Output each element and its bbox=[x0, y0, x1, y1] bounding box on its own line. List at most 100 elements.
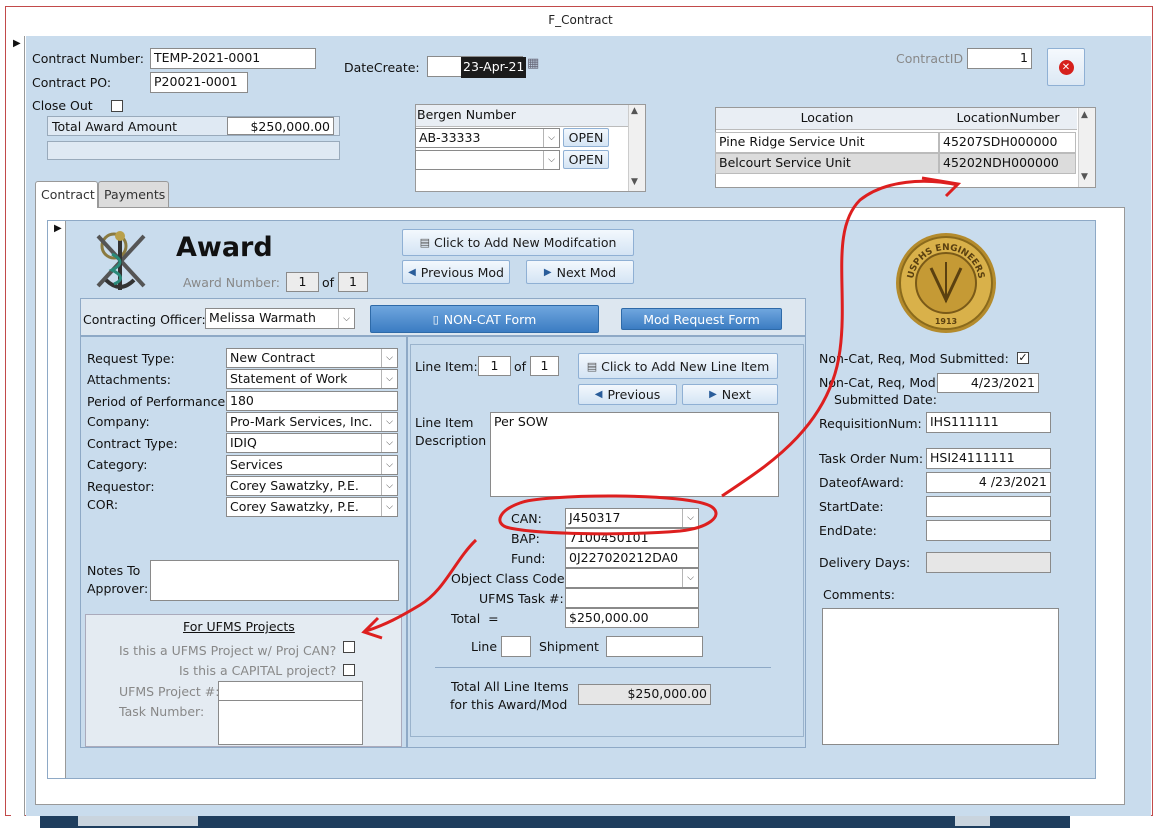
chevron-down-icon: ⌵ bbox=[381, 456, 397, 474]
contract-type-select[interactable]: IDIQ ⌵ bbox=[226, 433, 398, 453]
category-label: Category: bbox=[87, 457, 148, 472]
noncat-form-label: NON-CAT Form bbox=[443, 311, 537, 327]
can-label: CAN: bbox=[511, 511, 542, 526]
location-cell-2[interactable]: Belcourt Service Unit bbox=[715, 153, 939, 174]
contract-number-field[interactable]: TEMP-2021-0001 bbox=[150, 48, 316, 69]
request-type-select[interactable]: New Contract ⌵ bbox=[226, 348, 398, 368]
location-number-col-header: LocationNumber bbox=[956, 110, 1060, 125]
bergen-open-button-1[interactable]: OPEN bbox=[563, 128, 609, 147]
bergen-select-1[interactable]: AB-33333 ⌵ bbox=[415, 128, 560, 148]
notes-to-approver-field[interactable] bbox=[150, 560, 399, 601]
submitted-checkbox[interactable]: ✓ bbox=[1017, 352, 1029, 364]
line-field[interactable] bbox=[501, 636, 531, 657]
task-order-label: Task Order Num: bbox=[819, 451, 924, 466]
end-date-field[interactable] bbox=[926, 520, 1051, 541]
shipment-field[interactable] bbox=[606, 636, 703, 657]
total-award-field[interactable]: $250,000.00 bbox=[227, 117, 334, 135]
contract-po-label: Contract PO: bbox=[32, 75, 112, 90]
contract-id-field[interactable]: 1 bbox=[967, 48, 1032, 69]
ufms-project-number-field[interactable] bbox=[218, 681, 363, 701]
line-item-index-field[interactable]: 1 bbox=[478, 356, 511, 376]
fund-label: Fund: bbox=[511, 551, 546, 566]
ufms-project-question: Is this a UFMS Project w/ Proj CAN? bbox=[119, 643, 337, 658]
period-of-performance-label: Period of Performance bbox=[87, 394, 226, 409]
request-type-value: New Contract bbox=[230, 350, 316, 365]
date-create-label: DateCreate: bbox=[344, 60, 420, 75]
chevron-down-icon: ⌵ bbox=[682, 569, 698, 587]
contracting-officer-select[interactable]: Melissa Warmath ⌵ bbox=[205, 308, 355, 329]
requisition-field[interactable]: IHS111111 bbox=[926, 412, 1051, 433]
ufms-project-checkbox[interactable] bbox=[343, 641, 355, 653]
record-selector[interactable] bbox=[11, 36, 25, 816]
cor-select[interactable]: Corey Sawatzky, P.E. ⌵ bbox=[226, 497, 398, 517]
previous-line-item-button[interactable]: ◀ Previous bbox=[578, 384, 677, 405]
company-select[interactable]: Pro-Mark Services, Inc. ⌵ bbox=[226, 412, 398, 432]
date-of-award-field[interactable]: 4 /23/2021 bbox=[926, 472, 1051, 493]
add-modification-button[interactable]: ▤ Click to Add New Modifcation bbox=[402, 229, 634, 256]
close-out-checkbox[interactable] bbox=[111, 100, 123, 112]
award-title: Award bbox=[176, 232, 273, 263]
total-all-line-items-field[interactable]: $250,000.00 bbox=[578, 684, 711, 705]
requisition-label: RequisitionNum: bbox=[819, 416, 922, 431]
submitted-date-field[interactable]: 4/23/2021 bbox=[937, 373, 1039, 393]
noncat-form-button[interactable]: ▯ NON-CAT Form bbox=[370, 305, 599, 333]
delivery-days-field[interactable] bbox=[926, 552, 1051, 573]
next-line-item-button[interactable]: ▶ Next bbox=[682, 384, 778, 405]
shipment-label: Shipment bbox=[539, 639, 599, 654]
mod-request-form-button[interactable]: Mod Request Form bbox=[621, 308, 782, 330]
capital-project-checkbox[interactable] bbox=[343, 664, 355, 676]
arrow-right-icon: ▶ bbox=[709, 389, 717, 400]
previous-mod-button[interactable]: ◀ Previous Mod bbox=[402, 260, 510, 284]
chevron-down-icon: ⌵ bbox=[381, 370, 397, 388]
chevron-down-icon: ⌵ bbox=[338, 309, 354, 328]
scroll-down-icon[interactable]: ▼ bbox=[631, 177, 638, 188]
line-item-description-field[interactable]: Per SOW bbox=[490, 412, 779, 497]
object-class-code-select[interactable]: ⌵ bbox=[565, 568, 699, 588]
line-item-of-label: of bbox=[514, 359, 527, 374]
task-order-field[interactable]: HSI24111111 bbox=[926, 448, 1051, 469]
subform-pointer-icon: ▶ bbox=[54, 223, 62, 234]
comments-field[interactable] bbox=[822, 608, 1059, 745]
date-create-field[interactable]: 23-Apr-21 bbox=[461, 57, 527, 78]
contract-po-field[interactable]: P20021-0001 bbox=[150, 72, 248, 93]
period-of-performance-field[interactable]: 180 bbox=[226, 391, 398, 411]
scroll-up-icon[interactable]: ▲ bbox=[631, 106, 638, 117]
award-of-label: of bbox=[322, 275, 335, 290]
calendar-icon[interactable]: ▦ bbox=[527, 56, 539, 72]
bap-field[interactable]: 7100450101 bbox=[565, 528, 699, 548]
company-value: Pro-Mark Services, Inc. bbox=[230, 414, 373, 429]
bergen-open-button-2[interactable]: OPEN bbox=[563, 150, 609, 169]
award-number-label: Award Number: bbox=[183, 275, 280, 290]
add-line-item-button[interactable]: ▤ Click to Add New Line Item bbox=[578, 353, 778, 379]
fund-field[interactable]: 0J227020212DA0 bbox=[565, 548, 699, 568]
arrow-right-icon: ▶ bbox=[543, 266, 552, 278]
scroll-up-icon[interactable]: ▲ bbox=[1081, 110, 1088, 121]
previous-mod-label: Previous Mod bbox=[420, 264, 504, 280]
location-col-header: Location bbox=[800, 110, 854, 125]
chevron-down-icon: ⌵ bbox=[381, 413, 397, 431]
category-select[interactable]: Services ⌵ bbox=[226, 455, 398, 475]
ufms-task-label: UFMS Task #: bbox=[479, 591, 564, 606]
line-item-total-field[interactable]: 1 bbox=[530, 356, 559, 376]
bergen-select-2[interactable]: ⌵ bbox=[415, 150, 560, 170]
ufms-task-field[interactable] bbox=[565, 588, 699, 608]
start-date-field[interactable] bbox=[926, 496, 1051, 517]
award-number-field[interactable]: 1 bbox=[286, 272, 319, 292]
location-number-cell-2[interactable]: 45202NDH000000 bbox=[939, 153, 1076, 174]
subform-record-selector[interactable] bbox=[48, 221, 66, 778]
next-mod-button[interactable]: ▶ Next Mod bbox=[526, 260, 634, 284]
can-select[interactable]: J450317 ⌵ bbox=[565, 508, 699, 528]
task-number-field[interactable] bbox=[218, 700, 363, 745]
scroll-down-icon[interactable]: ▼ bbox=[1081, 172, 1088, 183]
location-number-cell-1[interactable]: 45207SDH000000 bbox=[939, 132, 1076, 153]
line-total-field[interactable]: $250,000.00 bbox=[565, 608, 699, 628]
requestor-select[interactable]: Corey Sawatzky, P.E. ⌵ bbox=[226, 476, 398, 496]
location-cell-1[interactable]: Pine Ridge Service Unit bbox=[715, 132, 939, 153]
attachments-select[interactable]: Statement of Work ⌵ bbox=[226, 369, 398, 389]
navy-emblem-icon bbox=[84, 224, 156, 296]
close-form-button[interactable]: ✕ bbox=[1047, 48, 1085, 86]
line-total-label: Total = bbox=[451, 611, 499, 626]
arrow-left-icon: ◀ bbox=[594, 389, 603, 400]
award-total-field[interactable]: 1 bbox=[338, 272, 368, 292]
cor-label: COR: bbox=[87, 497, 119, 512]
